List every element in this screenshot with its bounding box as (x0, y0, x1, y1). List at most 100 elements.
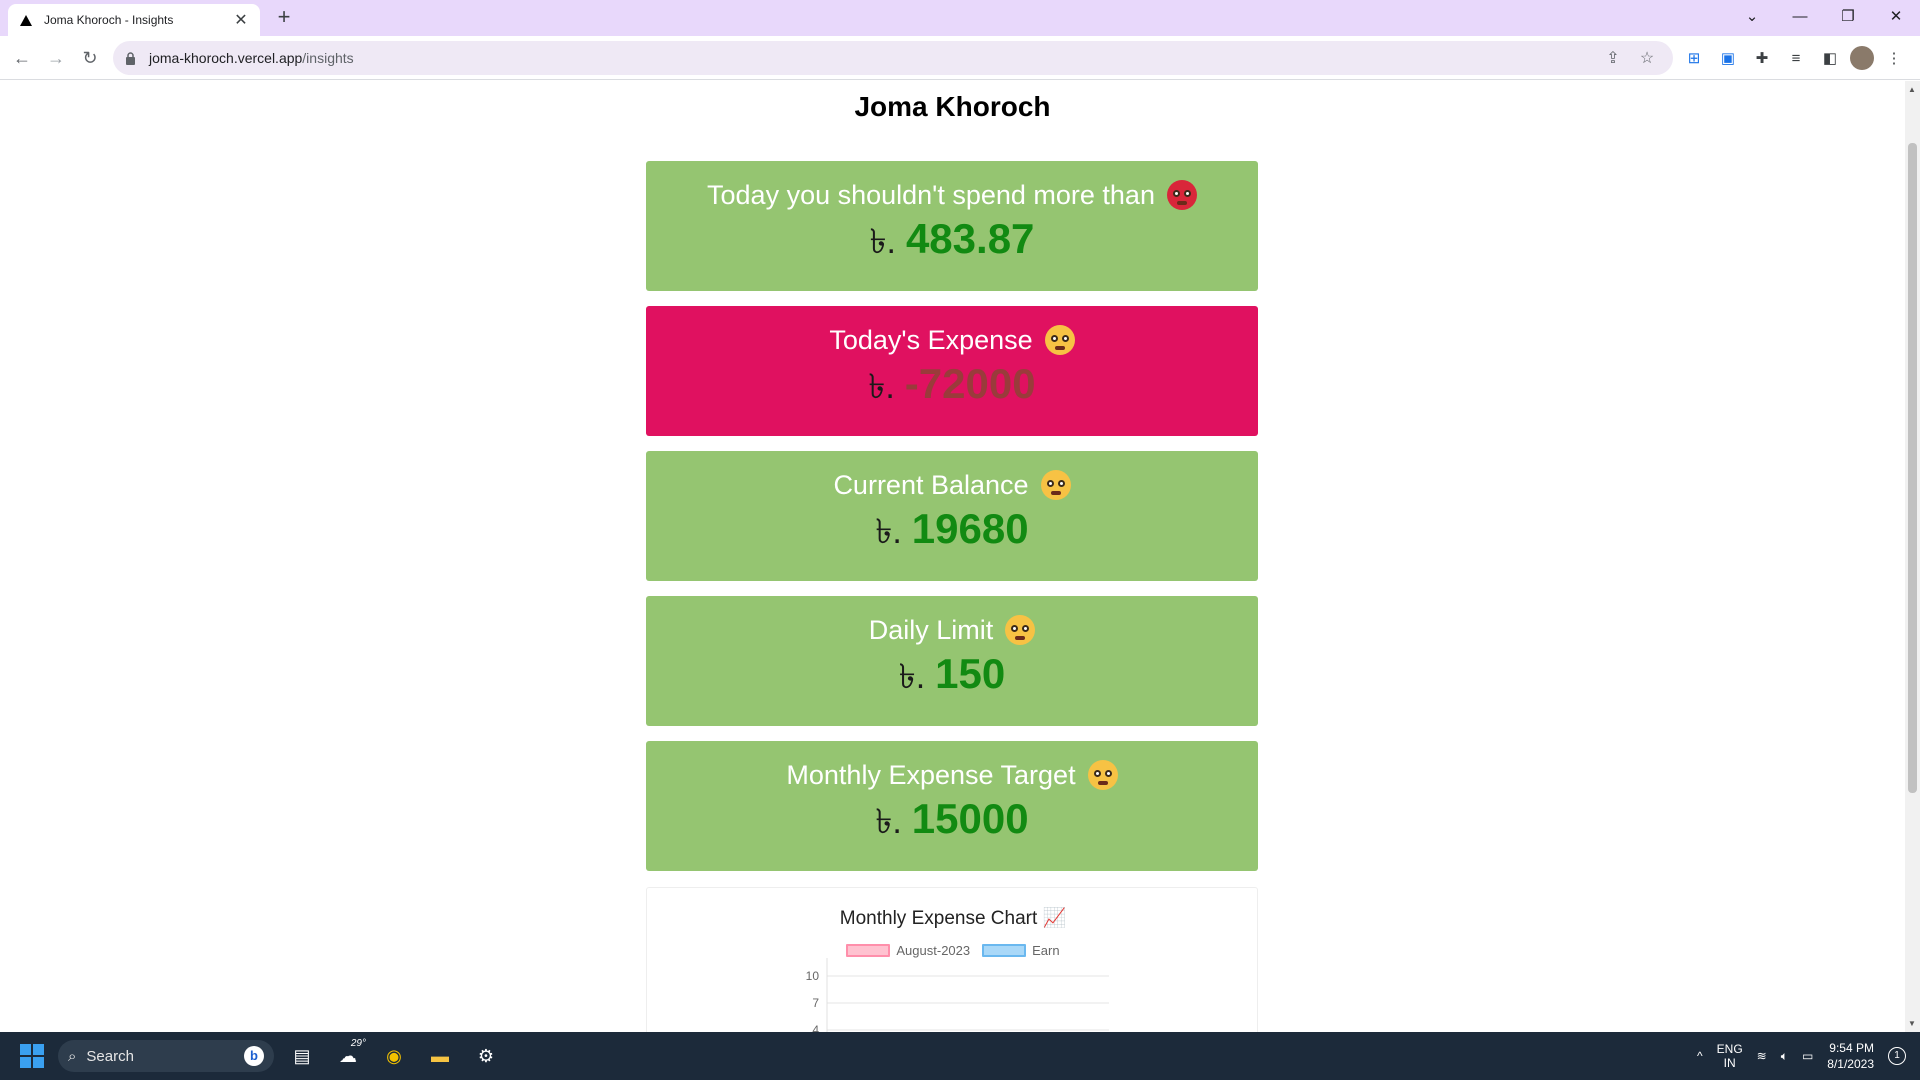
minimize-window-icon[interactable]: — (1776, 0, 1824, 32)
drooling-face-icon (1087, 760, 1118, 790)
card-amount-row: ৳. -72000 (868, 360, 1035, 418)
card-label: Daily Limit (869, 615, 1036, 646)
card-monthly-expense-target: Monthly Expense Target ৳. 15000 (646, 741, 1258, 871)
currency-symbol: ৳. (875, 512, 902, 551)
lang-top: ENG (1716, 1042, 1743, 1056)
card-amount: 15000 (911, 794, 1029, 842)
card-amount-row: ৳. 150 (899, 650, 1005, 708)
windows-taskbar: ⌕ Search b ▤ ☁ 29° ◉ ▬ ⚙ ^ ENG IN ≋ 🔈︎ ▭ … (0, 1032, 1920, 1080)
close-window-icon[interactable]: ✕ (1872, 0, 1920, 32)
scroll-up-arrow-icon[interactable]: ▲ (1908, 85, 1916, 94)
monthly-expense-chart-card: Monthly Expense Chart 📈 August-2023 Earn… (646, 887, 1258, 1032)
browser-toolbar: ← → ↻ joma-khoroch.vercel.app/insights ⇪… (0, 36, 1920, 80)
legend-swatch-earn (982, 944, 1027, 957)
currency-symbol: ৳. (868, 367, 895, 406)
file-explorer-icon[interactable]: ▬ (422, 1038, 458, 1074)
battery-icon[interactable]: ▭ (1802, 1049, 1813, 1063)
currency-symbol: ৳. (875, 802, 902, 841)
search-icon: ⌕ (68, 1047, 77, 1065)
settings-gear-icon[interactable]: ⚙ (468, 1038, 504, 1074)
card-todays-expense: Today's Expense ৳. -72000 (646, 306, 1258, 436)
scroll-down-arrow-icon[interactable]: ▼ (1908, 1019, 1916, 1028)
url-text: joma-khoroch.vercel.app/insights (149, 50, 1593, 66)
media-controls-icon[interactable]: ≡ (1782, 44, 1810, 72)
card-amount-row: ৳. 15000 (875, 795, 1028, 853)
page-title: Joma Khoroch (854, 91, 1051, 122)
card-label: Monthly Expense Target (786, 760, 1118, 791)
card-amount-row: ৳. 483.87 (870, 215, 1035, 273)
card-current-balance: Current Balance ৳. 19680 (646, 451, 1258, 581)
reload-icon[interactable]: ↻ (76, 44, 104, 72)
lock-icon (125, 51, 139, 65)
notification-badge[interactable]: 1 (1888, 1047, 1906, 1065)
language-indicator[interactable]: ENG IN (1717, 1042, 1743, 1070)
legend-item-earn[interactable]: Earn (982, 943, 1060, 958)
scrollbar-thumb[interactable] (1908, 143, 1917, 793)
chrome-icon[interactable]: ◉ (376, 1038, 412, 1074)
pleading-face-icon (1044, 325, 1075, 355)
forward-arrow-icon[interactable]: → (42, 44, 70, 72)
browser-tab-insights[interactable]: Joma Khoroch - Insights ✕ (8, 4, 260, 36)
system-tray: ^ ENG IN ≋ 🔈︎ ▭ 9:54 PM 8/1/2023 1 (1697, 1038, 1906, 1074)
legend-label-earn: Earn (1032, 943, 1060, 958)
card-amount: 19680 (911, 504, 1029, 552)
address-bar[interactable]: joma-khoroch.vercel.app/insights ⇪ ☆ (113, 41, 1673, 75)
extensions-puzzle-icon[interactable]: ✚ (1748, 44, 1776, 72)
card-label-text: Today you shouldn't spend more than (707, 179, 1155, 210)
card-spend-limit-today: Today you shouldn't spend more than ৳. 4… (646, 161, 1258, 291)
chart-title: Monthly Expense Chart 📈 (839, 908, 1067, 929)
lang-bottom: IN (1723, 1056, 1736, 1070)
close-tab-icon[interactable]: ✕ (232, 10, 250, 30)
translate-extension-icon[interactable]: ⊞ (1680, 44, 1708, 72)
chart-ytick-label: 10 (806, 969, 820, 983)
tab-title: Joma Khoroch - Insights (44, 13, 174, 27)
weather-temp: 29° (350, 1038, 366, 1049)
tab-search-chevron-icon[interactable]: ⌄ (1728, 0, 1776, 32)
weather-widget-icon[interactable]: ☁ 29° (330, 1038, 366, 1074)
share-icon[interactable]: ⇪ (1599, 44, 1627, 72)
currency-symbol: ৳. (898, 657, 926, 696)
legend-swatch-expense (846, 944, 891, 957)
clock-time: 9:54 PM (1829, 1041, 1874, 1055)
card-amount-row: ৳. 19680 (875, 505, 1028, 563)
volume-icon[interactable]: 🔈︎ (1781, 1049, 1788, 1064)
task-view-icon[interactable]: ▤ (284, 1038, 320, 1074)
url-path: /insights (302, 50, 354, 66)
angry-face-icon (1166, 180, 1197, 210)
card-label-text: Current Balance (833, 469, 1029, 500)
new-tab-button[interactable]: + (272, 6, 296, 30)
browser-tab-bar: Joma Khoroch - Insights ✕ + ⌄ — ❐ ✕ (0, 0, 1920, 36)
taskbar-search-box[interactable]: ⌕ Search b (58, 1040, 274, 1072)
legend-label-expense: August-2023 (896, 943, 971, 958)
card-label: Current Balance (833, 469, 1071, 501)
taskbar-clock[interactable]: 9:54 PM 8/1/2023 (1827, 1040, 1874, 1072)
card-amount: 150 (935, 649, 1006, 697)
shushing-face-icon (1040, 470, 1071, 500)
taskbar-search-label: Search (86, 1047, 134, 1065)
page-scrollbar[interactable]: ▲ ▼ (1905, 81, 1920, 1032)
side-panel-icon[interactable]: ◧ (1816, 44, 1844, 72)
extensions-area: ⊞ ▣ ✚ ≡ ◧ ⋮ (1680, 44, 1908, 72)
new-extension-icon[interactable]: ▣ (1714, 44, 1742, 72)
card-amount: -72000 (904, 359, 1036, 407)
url-host: joma-khoroch.vercel.app (149, 50, 303, 66)
windows-start-icon[interactable] (20, 1044, 44, 1068)
show-hidden-icons-chevron-icon[interactable]: ^ (1697, 1049, 1703, 1063)
clock-date: 8/1/2023 (1827, 1057, 1874, 1071)
currency-symbol: ৳. (869, 222, 896, 261)
profile-avatar[interactable] (1850, 46, 1874, 70)
card-label: Today's Expense (829, 325, 1075, 356)
restore-window-icon[interactable]: ❐ (1824, 0, 1872, 32)
back-arrow-icon[interactable]: ← (8, 44, 36, 72)
chart-ytick-label: 7 (812, 996, 819, 1010)
menu-kebab-icon[interactable]: ⋮ (1880, 44, 1908, 72)
card-daily-limit: Daily Limit ৳. 150 (646, 596, 1258, 726)
vercel-triangle-icon (18, 12, 34, 28)
bing-icon[interactable]: b (244, 1046, 264, 1066)
card-label-text: Daily Limit (868, 614, 994, 645)
bookmark-star-icon[interactable]: ☆ (1633, 44, 1661, 72)
neutral-face-icon (1005, 615, 1036, 645)
taskbar-apps: ▤ ☁ 29° ◉ ▬ ⚙ (284, 1038, 504, 1074)
legend-item-expense[interactable]: August-2023 (846, 943, 970, 958)
wifi-icon[interactable]: ≋ (1757, 1049, 1767, 1063)
